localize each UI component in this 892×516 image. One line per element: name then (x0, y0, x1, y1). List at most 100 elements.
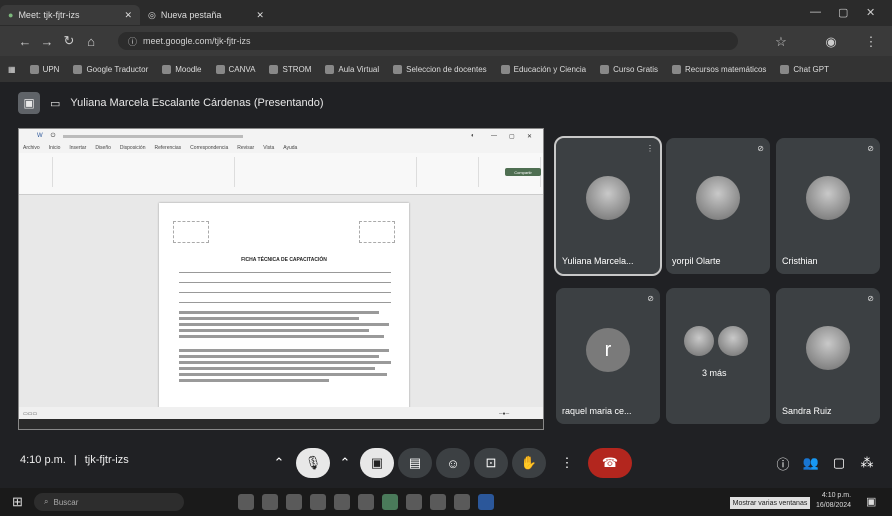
participant-tile[interactable]: ⊘ Sandra Ruiz (776, 288, 880, 424)
home-icon[interactable]: ⌂ (80, 34, 102, 49)
taskbar-chrome-icon[interactable] (382, 494, 398, 510)
taskbar-clock[interactable]: 4:10 p.m. 16/08/2024 (816, 491, 851, 511)
participant-tile[interactable]: ⊘ Cristhian (776, 138, 880, 274)
activities-icon[interactable]: ⁂ (854, 448, 880, 478)
menu-item: Vista (263, 145, 275, 151)
raise-hand-button[interactable]: ✋ (512, 448, 546, 478)
word-status-bar: ▭▭▭ ─●─ (19, 407, 543, 429)
document-title-placeholder (63, 134, 244, 138)
participant-photo (586, 176, 630, 220)
taskbar-app-icon[interactable] (286, 494, 302, 510)
menu-icon[interactable]: ⋮ (860, 34, 882, 50)
notification-icon[interactable]: ▣ (866, 495, 876, 508)
text-line (179, 379, 329, 382)
mic-toggle-button[interactable]: 🎙 (296, 448, 330, 478)
bookmarks-bar: ▦ UPN Google Traductor Moodle CANVA STRO… (0, 56, 892, 82)
back-icon[interactable]: ← (14, 34, 36, 49)
bookmark-item[interactable]: Moodle (162, 64, 202, 74)
maximize-icon: ▢ (509, 133, 515, 140)
taskbar-app-icon[interactable] (238, 494, 254, 510)
font-group (55, 157, 235, 187)
copilot-icon: ◐ (471, 133, 475, 139)
mic-options-icon[interactable]: ⌃ (266, 448, 292, 478)
participant-tile[interactable]: ⊘ yorpil Olarte (666, 138, 770, 274)
participant-name: yorpil Olarte (672, 256, 721, 266)
taskbar-app-icon[interactable] (358, 494, 374, 510)
meeting-time: 4:10 p.m. (20, 454, 66, 466)
taskbar-search[interactable]: ⌕ Buscar (34, 493, 184, 511)
url-field[interactable]: ⓘ meet.google.com/tjk-fjtr-izs (118, 32, 738, 50)
bookmark-icon (162, 64, 172, 74)
chat-icon[interactable]: ▢ (826, 448, 852, 478)
meet-stage: ▣ ▭ Yuliana Marcela Escalante Cárdenas (… (0, 82, 892, 488)
info-icon[interactable]: ⓘ (770, 448, 796, 478)
taskbar-app-icon[interactable] (334, 494, 350, 510)
apps-grid-icon[interactable]: ▦ (8, 65, 16, 74)
bookmark-icon (393, 64, 403, 74)
close-window-icon[interactable]: ✕ (866, 6, 875, 19)
zoom-slider-icon: ─●─ (499, 411, 510, 417)
bookmark-item[interactable]: Curso Gratis (600, 64, 658, 74)
participant-tile-more[interactable]: 3 más (666, 288, 770, 424)
participant-name: Cristhian (782, 256, 818, 266)
bookmark-item[interactable]: Chat GPT (780, 64, 829, 74)
tab-meet[interactable]: ● Meet: tjk-fjtr-izs ✕ (0, 5, 140, 25)
camera-options-icon[interactable]: ⌃ (332, 448, 358, 478)
leave-call-button[interactable]: ☎ (588, 448, 632, 478)
emoji-button[interactable]: ☺ (436, 448, 470, 478)
document-heading: FICHA TÉCNICA DE CAPACITACIÓN (241, 257, 327, 263)
minimize-icon[interactable]: — (810, 6, 821, 18)
participant-name: Yuliana Marcela... (562, 256, 634, 266)
shared-screen: W ⏻ ◐ — ▢ ✕ Archivo Inicio Insertar Dise… (18, 128, 544, 430)
more-options-icon[interactable]: ⋮ (554, 448, 580, 478)
bookmark-icon (500, 64, 510, 74)
camera-toggle-button[interactable]: ▣ (360, 448, 394, 478)
people-icon[interactable]: 👥 (798, 448, 824, 478)
mic-off-icon: ⊘ (867, 144, 874, 153)
paragraph-group (237, 157, 417, 187)
bookmark-item[interactable]: CANVA (215, 64, 255, 74)
search-icon: ⌕ (44, 497, 49, 506)
taskbar-app-icon[interactable] (454, 494, 470, 510)
bookmark-item[interactable]: Google Traductor (73, 64, 148, 74)
remote-taskbar (19, 419, 543, 429)
bookmark-item[interactable]: UPN (29, 64, 59, 74)
taskbar-app-icon[interactable] (310, 494, 326, 510)
text-line (179, 329, 369, 332)
browser-tab-bar: ● Meet: tjk-fjtr-izs ✕ ◎ Nueva pestaña ✕… (0, 0, 892, 26)
participant-tile[interactable]: ⊘ r raquel maria ce... (556, 288, 660, 424)
taskbar-app-icon[interactable] (430, 494, 446, 510)
close-tab-icon[interactable]: ✕ (256, 10, 264, 21)
participant-name: raquel maria ce... (562, 406, 632, 416)
bookmark-item[interactable]: Aula Virtual (325, 64, 379, 74)
close-tab-icon[interactable]: ✕ (124, 10, 132, 21)
participant-tile[interactable]: ⋮ Yuliana Marcela... (554, 136, 662, 276)
mic-icon: ⋮ (646, 144, 654, 153)
profile-icon[interactable]: ◉ (820, 34, 842, 50)
bookmark-icon (73, 64, 83, 74)
bookmark-star-icon[interactable]: ☆ (770, 34, 792, 50)
reload-icon[interactable]: ↻ (58, 33, 80, 49)
site-info-icon[interactable]: ⓘ (128, 35, 137, 48)
tab-new[interactable]: ◎ Nueva pestaña ✕ (140, 5, 272, 25)
bookmark-item[interactable]: STROM (269, 64, 311, 74)
bookmark-item[interactable]: Recursos matemáticos (672, 64, 766, 74)
taskbar-app-icon[interactable] (406, 494, 422, 510)
taskbar-word-icon[interactable] (478, 494, 494, 510)
text-line (179, 323, 389, 326)
menu-item: Revisar (237, 145, 255, 151)
bookmark-item[interactable]: Educación y Ciencia (500, 64, 586, 74)
menu-item: Inicio (48, 145, 61, 151)
form-row (179, 297, 391, 303)
page-count-placeholder: ▭▭▭ (23, 411, 38, 417)
forward-icon[interactable]: → (36, 34, 58, 49)
captions-button[interactable]: ▤ (398, 448, 432, 478)
maximize-icon[interactable]: ▢ (838, 6, 848, 19)
present-button[interactable]: ⊡ (474, 448, 508, 478)
share-button: Compartir (505, 168, 541, 176)
bookmark-item[interactable]: Seleccion de docentes (393, 64, 487, 74)
clipboard-group (23, 157, 53, 187)
menu-item: Diseño (95, 145, 111, 151)
taskbar-app-icon[interactable] (262, 494, 278, 510)
windows-start-icon[interactable]: ⊞ (12, 494, 23, 510)
